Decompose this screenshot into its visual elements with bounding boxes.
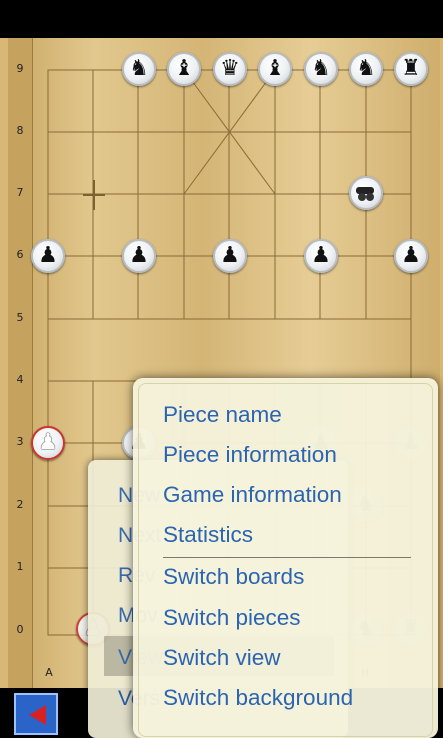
back-arrow-icon (29, 705, 46, 725)
pawn-icon: ♟ (401, 243, 421, 268)
advisor-head-icon: ♛ (220, 56, 240, 81)
menu-inner-border (138, 383, 433, 737)
pawn-piece[interactable]: ♟ (31, 239, 65, 273)
pawn-piece[interactable]: ♟ (394, 239, 428, 273)
menu-separator (163, 557, 411, 558)
crosshair-icon (83, 180, 105, 210)
cannon-icon (356, 187, 374, 201)
pawn-icon: ♟ (220, 243, 240, 268)
menu-item-switch-boards[interactable]: Switch boards (163, 564, 304, 590)
horse-piece[interactable]: ♞ (122, 52, 156, 86)
rook-icon: ♜ (401, 56, 421, 81)
red-pawn-piece[interactable]: ♟ (31, 426, 65, 460)
menu-item-switch-background[interactable]: Switch background (163, 685, 353, 711)
pawn-icon: ♟ (38, 430, 58, 455)
pawn-icon: ♟ (311, 243, 331, 268)
advisor-piece[interactable]: ♛ (213, 52, 247, 86)
horse-icon: ♞ (129, 56, 149, 81)
cannon-piece[interactable] (349, 176, 383, 210)
menu-item-statistics[interactable]: Statistics (163, 522, 253, 548)
bishop-piece[interactable]: ♝ (167, 52, 201, 86)
horse-piece[interactable]: ♞ (304, 52, 338, 86)
horse-icon: ♞ (311, 56, 331, 81)
menu-item-switch-pieces[interactable]: Switch pieces (163, 605, 301, 631)
knight-piece[interactable]: ♞ (349, 52, 383, 86)
bishop-icon: ♝ (174, 56, 194, 81)
menu-item-piece-information[interactable]: Piece information (163, 442, 337, 468)
bishop-piece[interactable]: ♝ (258, 52, 292, 86)
menu-item-game-information[interactable]: Game information (163, 482, 342, 508)
bishop-icon: ♝ (265, 56, 285, 81)
back-button[interactable] (14, 693, 58, 735)
knight-icon: ♞ (356, 56, 376, 81)
pawn-piece[interactable]: ♟ (122, 239, 156, 273)
menu-item-piece-name[interactable]: Piece name (163, 402, 282, 428)
pawn-piece[interactable]: ♟ (304, 239, 338, 273)
rook-piece[interactable]: ♜ (394, 52, 428, 86)
pawn-icon: ♟ (129, 243, 149, 268)
context-menu: Piece name Piece information Game inform… (133, 378, 438, 738)
pawn-piece[interactable]: ♟ (213, 239, 247, 273)
pawn-icon: ♟ (38, 243, 58, 268)
menu-item-switch-view[interactable]: Switch view (163, 645, 281, 671)
